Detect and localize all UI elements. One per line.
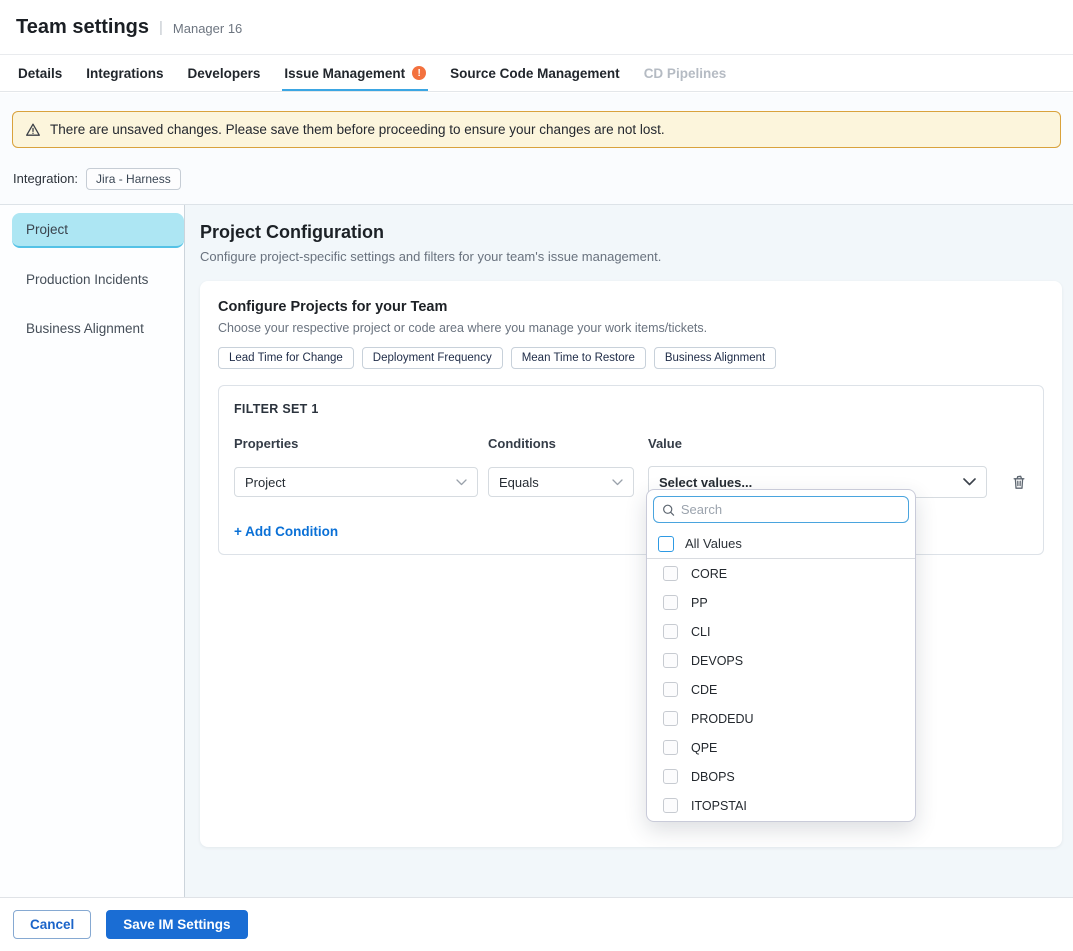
card-title: Configure Projects for your Team	[218, 299, 1044, 315]
tab-label: CD Pipelines	[644, 66, 727, 81]
delete-filter-button[interactable]	[1011, 474, 1027, 491]
sidebar-item-business-alignment[interactable]: Business Alignment	[0, 311, 184, 346]
metric-chip-mean-time-to-restore: Mean Time to Restore	[511, 347, 646, 369]
checkbox-qpe[interactable]	[663, 740, 678, 755]
conditions-select-value: Equals	[499, 475, 539, 490]
option-label: CORE	[691, 567, 727, 581]
values-select-placeholder: Select values...	[659, 475, 752, 490]
warning-triangle-icon	[25, 122, 41, 138]
tab-developers[interactable]: Developers	[186, 55, 263, 91]
dropdown-option-cli[interactable]: CLI	[647, 617, 915, 646]
dropdown-option-devops[interactable]: DEVOPS	[647, 646, 915, 675]
conditions-select[interactable]: Equals	[488, 467, 634, 497]
conditions-column-label: Conditions	[488, 436, 634, 451]
dropdown-option-dbops[interactable]: DBOPS	[647, 762, 915, 791]
tab-label: Integrations	[86, 66, 163, 81]
tab-details[interactable]: Details	[16, 55, 64, 91]
page-subtitle: Manager 16	[173, 19, 242, 36]
checkbox-core[interactable]	[663, 566, 678, 581]
chevron-down-icon	[456, 479, 467, 486]
option-label: ITOPSTAI	[691, 799, 747, 813]
option-label: QPE	[691, 741, 717, 755]
search-input[interactable]	[681, 502, 900, 517]
filter-set-title: FILTER SET 1	[234, 402, 1028, 416]
tab-cd-pipelines[interactable]: CD Pipelines	[642, 55, 729, 91]
tab-label: Source Code Management	[450, 66, 620, 81]
metric-chip-lead-time-for-change: Lead Time for Change	[218, 347, 354, 369]
integration-chip[interactable]: Jira - Harness	[86, 168, 181, 190]
option-label: PRODEDU	[691, 712, 754, 726]
dropdown-option-core[interactable]: CORE	[647, 559, 915, 588]
dropdown-option-cde[interactable]: CDE	[647, 675, 915, 704]
metric-chip-deployment-frequency: Deployment Frequency	[362, 347, 503, 369]
main-panel: Project Configuration Configure project-…	[185, 205, 1073, 909]
checkbox-dbops[interactable]	[663, 769, 678, 784]
checkbox-cde[interactable]	[663, 682, 678, 697]
sidebar: Project Production Incidents Business Alig…	[0, 205, 185, 909]
integration-row: Integration: Jira - Harness	[0, 166, 1073, 191]
dropdown-options-list: CORE PP CLI DEVOPS CDE PRODEDU QPE DBOPS ITOPSTA…	[647, 559, 915, 822]
section-subtitle: Configure project-specific settings and …	[200, 249, 1062, 265]
banner-text: There are unsaved changes. Please save t…	[50, 122, 665, 137]
all-values-checkbox[interactable]	[658, 536, 674, 552]
option-label: PP	[691, 596, 708, 610]
chevron-down-icon	[963, 478, 976, 486]
integration-label: Integration:	[13, 171, 78, 186]
dropdown-option-pp[interactable]: PP	[647, 588, 915, 617]
checkbox-prodedu[interactable]	[663, 711, 678, 726]
filter-column-labels: Properties Conditions Value	[234, 436, 1028, 451]
option-label: DBOPS	[691, 770, 735, 784]
dropdown-option-itopstai[interactable]: ITOPSTAI	[647, 791, 915, 820]
properties-column-label: Properties	[234, 436, 478, 451]
save-im-settings-button[interactable]: Save IM Settings	[106, 910, 247, 939]
checkbox-itopstai[interactable]	[663, 798, 678, 813]
cancel-button[interactable]: Cancel	[13, 910, 91, 939]
checkbox-pp[interactable]	[663, 595, 678, 610]
value-column-label: Value	[648, 436, 987, 451]
checkbox-devops[interactable]	[663, 653, 678, 668]
dropdown-option-qpe[interactable]: QPE	[647, 733, 915, 762]
all-values-row[interactable]: All Values	[647, 529, 915, 559]
properties-select[interactable]: Project	[234, 467, 478, 497]
option-label: CDE	[691, 683, 717, 697]
chevron-down-icon	[612, 479, 623, 486]
filter-set-1: FILTER SET 1 Properties Conditions Value…	[218, 385, 1044, 555]
option-label: DEVOPS	[691, 654, 743, 668]
values-dropdown-panel: All Values CORE PP CLI DEVOPS CDE PRODEDU QPE D…	[646, 489, 916, 822]
dropdown-option-pipe[interactable]: PIPE	[647, 820, 915, 822]
properties-select-value: Project	[245, 475, 285, 490]
dropdown-search	[653, 496, 909, 523]
dropdown-option-prodedu[interactable]: PRODEDU	[647, 704, 915, 733]
tab-label: Issue Management	[284, 66, 405, 81]
footer-action-bar: Cancel Save IM Settings	[0, 897, 1073, 951]
tab-issue-management[interactable]: Issue Management!	[282, 55, 428, 91]
unsaved-changes-banner: There are unsaved changes. Please save t…	[12, 111, 1061, 148]
tab-integrations[interactable]: Integrations	[84, 55, 165, 91]
page-title: Team settings	[16, 16, 149, 39]
add-condition-button[interactable]: + Add Condition	[234, 524, 338, 539]
card-subtitle: Choose your respective project or code a…	[218, 321, 1044, 335]
option-label: CLI	[691, 625, 710, 639]
tab-source-code-management[interactable]: Source Code Management	[448, 55, 622, 91]
all-values-label: All Values	[685, 536, 742, 551]
page-header: Team settings | Manager 16	[0, 0, 1073, 55]
trash-icon	[1011, 474, 1027, 491]
section-title: Project Configuration	[200, 222, 1062, 242]
tab-label: Details	[18, 66, 62, 81]
metric-chip-business-alignment: Business Alignment	[654, 347, 776, 369]
metric-chips: Lead Time for Change Deployment Frequency…	[218, 347, 1044, 369]
tab-label: Developers	[188, 66, 261, 81]
sidebar-item-project[interactable]: Project	[12, 213, 184, 248]
tab-bar: Details Integrations Developers Issue Manag…	[0, 55, 1073, 92]
sidebar-item-production-incidents[interactable]: Production Incidents	[0, 262, 184, 297]
search-icon	[662, 503, 675, 517]
checkbox-cli[interactable]	[663, 624, 678, 639]
title-separator: |	[159, 19, 163, 36]
configure-projects-card: Configure Projects for your Team Choose …	[200, 281, 1062, 847]
warning-badge: !	[412, 66, 426, 80]
